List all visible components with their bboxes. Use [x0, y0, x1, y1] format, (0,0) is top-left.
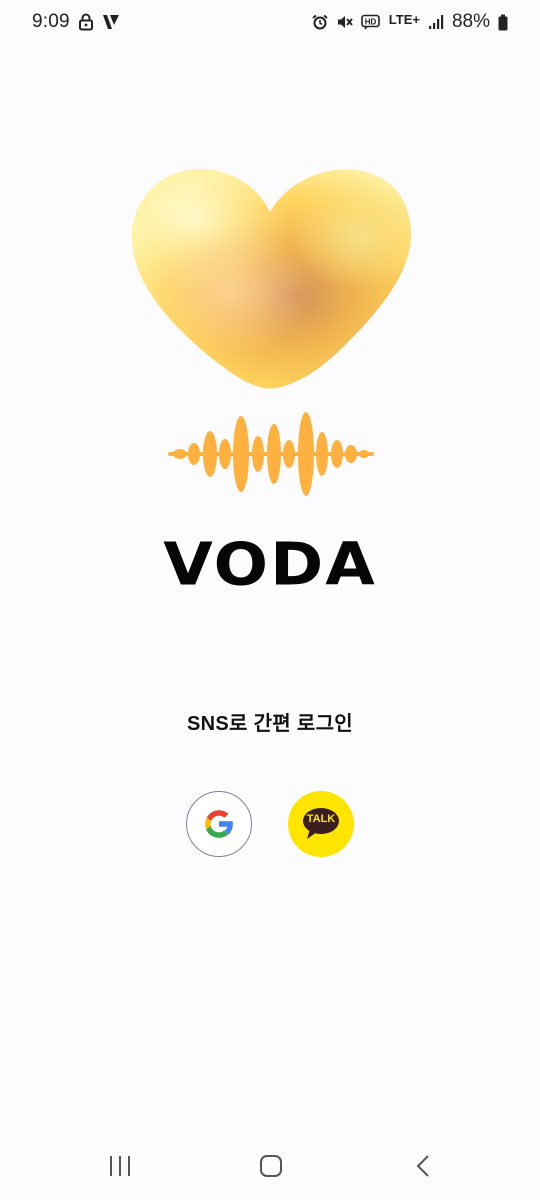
status-bar: 9:09 HD LTE+ 88%: [0, 0, 540, 44]
svg-text:HD: HD: [365, 18, 377, 27]
signal-icon: [428, 14, 444, 30]
battery-icon: [498, 14, 508, 31]
sns-login-title: SNS로 간편 로그인: [187, 713, 353, 735]
status-time: 9:09: [32, 11, 70, 32]
back-button[interactable]: [398, 1148, 448, 1184]
kakao-talk-label: TALK: [306, 813, 336, 825]
recent-apps-button[interactable]: [95, 1148, 145, 1184]
home-button[interactable]: [246, 1148, 296, 1184]
sound-wave-icon: [168, 406, 374, 502]
google-login-button[interactable]: [186, 791, 252, 857]
back-icon: [415, 1154, 431, 1178]
heart-logo-icon: [125, 150, 415, 395]
recent-apps-icon: [108, 1155, 132, 1177]
network-type: LTE+: [388, 11, 420, 27]
vpn-icon: [102, 14, 120, 30]
status-left: 9:09: [32, 11, 120, 33]
home-icon: [259, 1154, 283, 1178]
mute-icon: [336, 14, 353, 30]
battery-percent: 88%: [451, 11, 490, 32]
app-wordmark: VODA: [163, 530, 377, 600]
login-screen: 9:09 HD LTE+ 88% VODA SNS로 간편 로그인 TALK: [0, 0, 540, 1200]
alarm-icon: [312, 14, 328, 30]
kakao-talk-icon: TALK: [301, 807, 341, 841]
hd-voice-icon: HD: [360, 14, 381, 30]
status-right: HD LTE+ 88%: [312, 11, 508, 33]
kakao-login-button[interactable]: TALK: [288, 791, 354, 857]
system-navigation-bar: [0, 1130, 540, 1200]
lock-icon: [78, 13, 94, 31]
google-g-icon: [201, 806, 237, 842]
sns-login-buttons: TALK: [0, 791, 540, 859]
